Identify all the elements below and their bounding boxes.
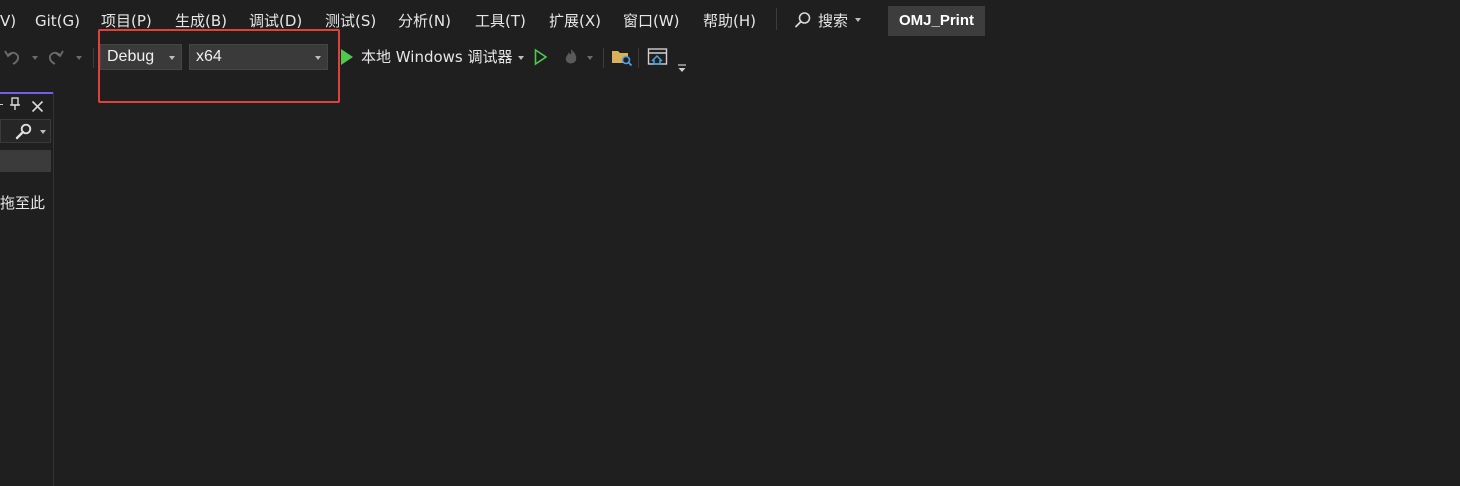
panel-title-fragment xyxy=(0,104,3,105)
visual-studio-window: V) Git(G) 项目(P) 生成(B) 调试(D) 测试(S) 分析(N) … xyxy=(0,0,1460,486)
panel-accent-line xyxy=(0,92,53,94)
menu-help[interactable]: 帮助(H) xyxy=(703,0,756,42)
close-icon[interactable] xyxy=(31,98,44,117)
panel-header-row xyxy=(0,150,51,172)
search-icon[interactable] xyxy=(15,123,33,144)
search-button[interactable]: 搜索 xyxy=(818,0,848,42)
menu-view[interactable]: V) xyxy=(0,0,16,42)
menu-analyze[interactable]: 分析(N) xyxy=(398,0,451,42)
start-debugging-icon[interactable] xyxy=(339,48,355,70)
redo-dropdown-icon[interactable] xyxy=(76,56,82,60)
menu-extensions[interactable]: 扩展(X) xyxy=(549,0,601,42)
browser-home-icon[interactable] xyxy=(647,47,669,71)
undo-icon[interactable] xyxy=(2,47,22,71)
chevron-down-icon[interactable] xyxy=(855,18,861,22)
menu-separator xyxy=(776,8,777,30)
pin-icon[interactable] xyxy=(9,96,21,115)
hot-reload-dropdown-icon[interactable] xyxy=(587,56,593,60)
chevron-down-icon[interactable] xyxy=(40,130,46,134)
panel-search-input[interactable] xyxy=(0,119,51,143)
toolbar-overflow-icon[interactable] xyxy=(677,58,687,77)
menu-window[interactable]: 窗口(W) xyxy=(623,0,680,42)
hot-reload-icon[interactable] xyxy=(561,47,581,71)
menu-git[interactable]: Git(G) xyxy=(35,0,80,42)
panel-drop-hint-text: 拖至此 xyxy=(0,194,46,212)
toolbar-separator xyxy=(603,48,604,68)
solution-name-badge: OMJ_Print xyxy=(888,6,985,36)
toolbar-separator xyxy=(93,48,94,68)
tool-window-panel: 拖至此 xyxy=(0,92,54,486)
start-debugger-button[interactable]: 本地 Windows 调试器 xyxy=(361,44,513,70)
annotation-highlight-box xyxy=(98,29,340,103)
start-without-debugging-icon[interactable] xyxy=(533,48,549,70)
search-icon[interactable] xyxy=(794,11,812,29)
menu-tools[interactable]: 工具(T) xyxy=(475,0,526,42)
toolbar-separator xyxy=(638,48,639,68)
undo-dropdown-icon[interactable] xyxy=(32,56,38,60)
folder-search-icon[interactable] xyxy=(611,47,633,71)
debugger-target-dropdown-icon[interactable] xyxy=(518,56,524,60)
redo-icon[interactable] xyxy=(46,47,66,71)
